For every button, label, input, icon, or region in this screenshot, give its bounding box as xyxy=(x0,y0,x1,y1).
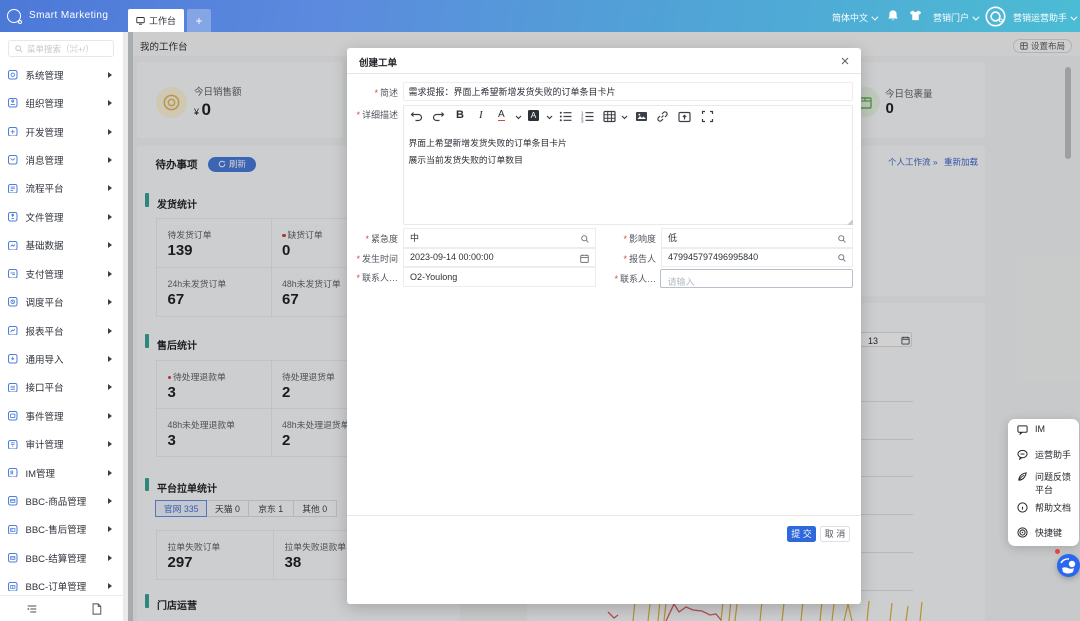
svg-text:3: 3 xyxy=(581,119,584,124)
